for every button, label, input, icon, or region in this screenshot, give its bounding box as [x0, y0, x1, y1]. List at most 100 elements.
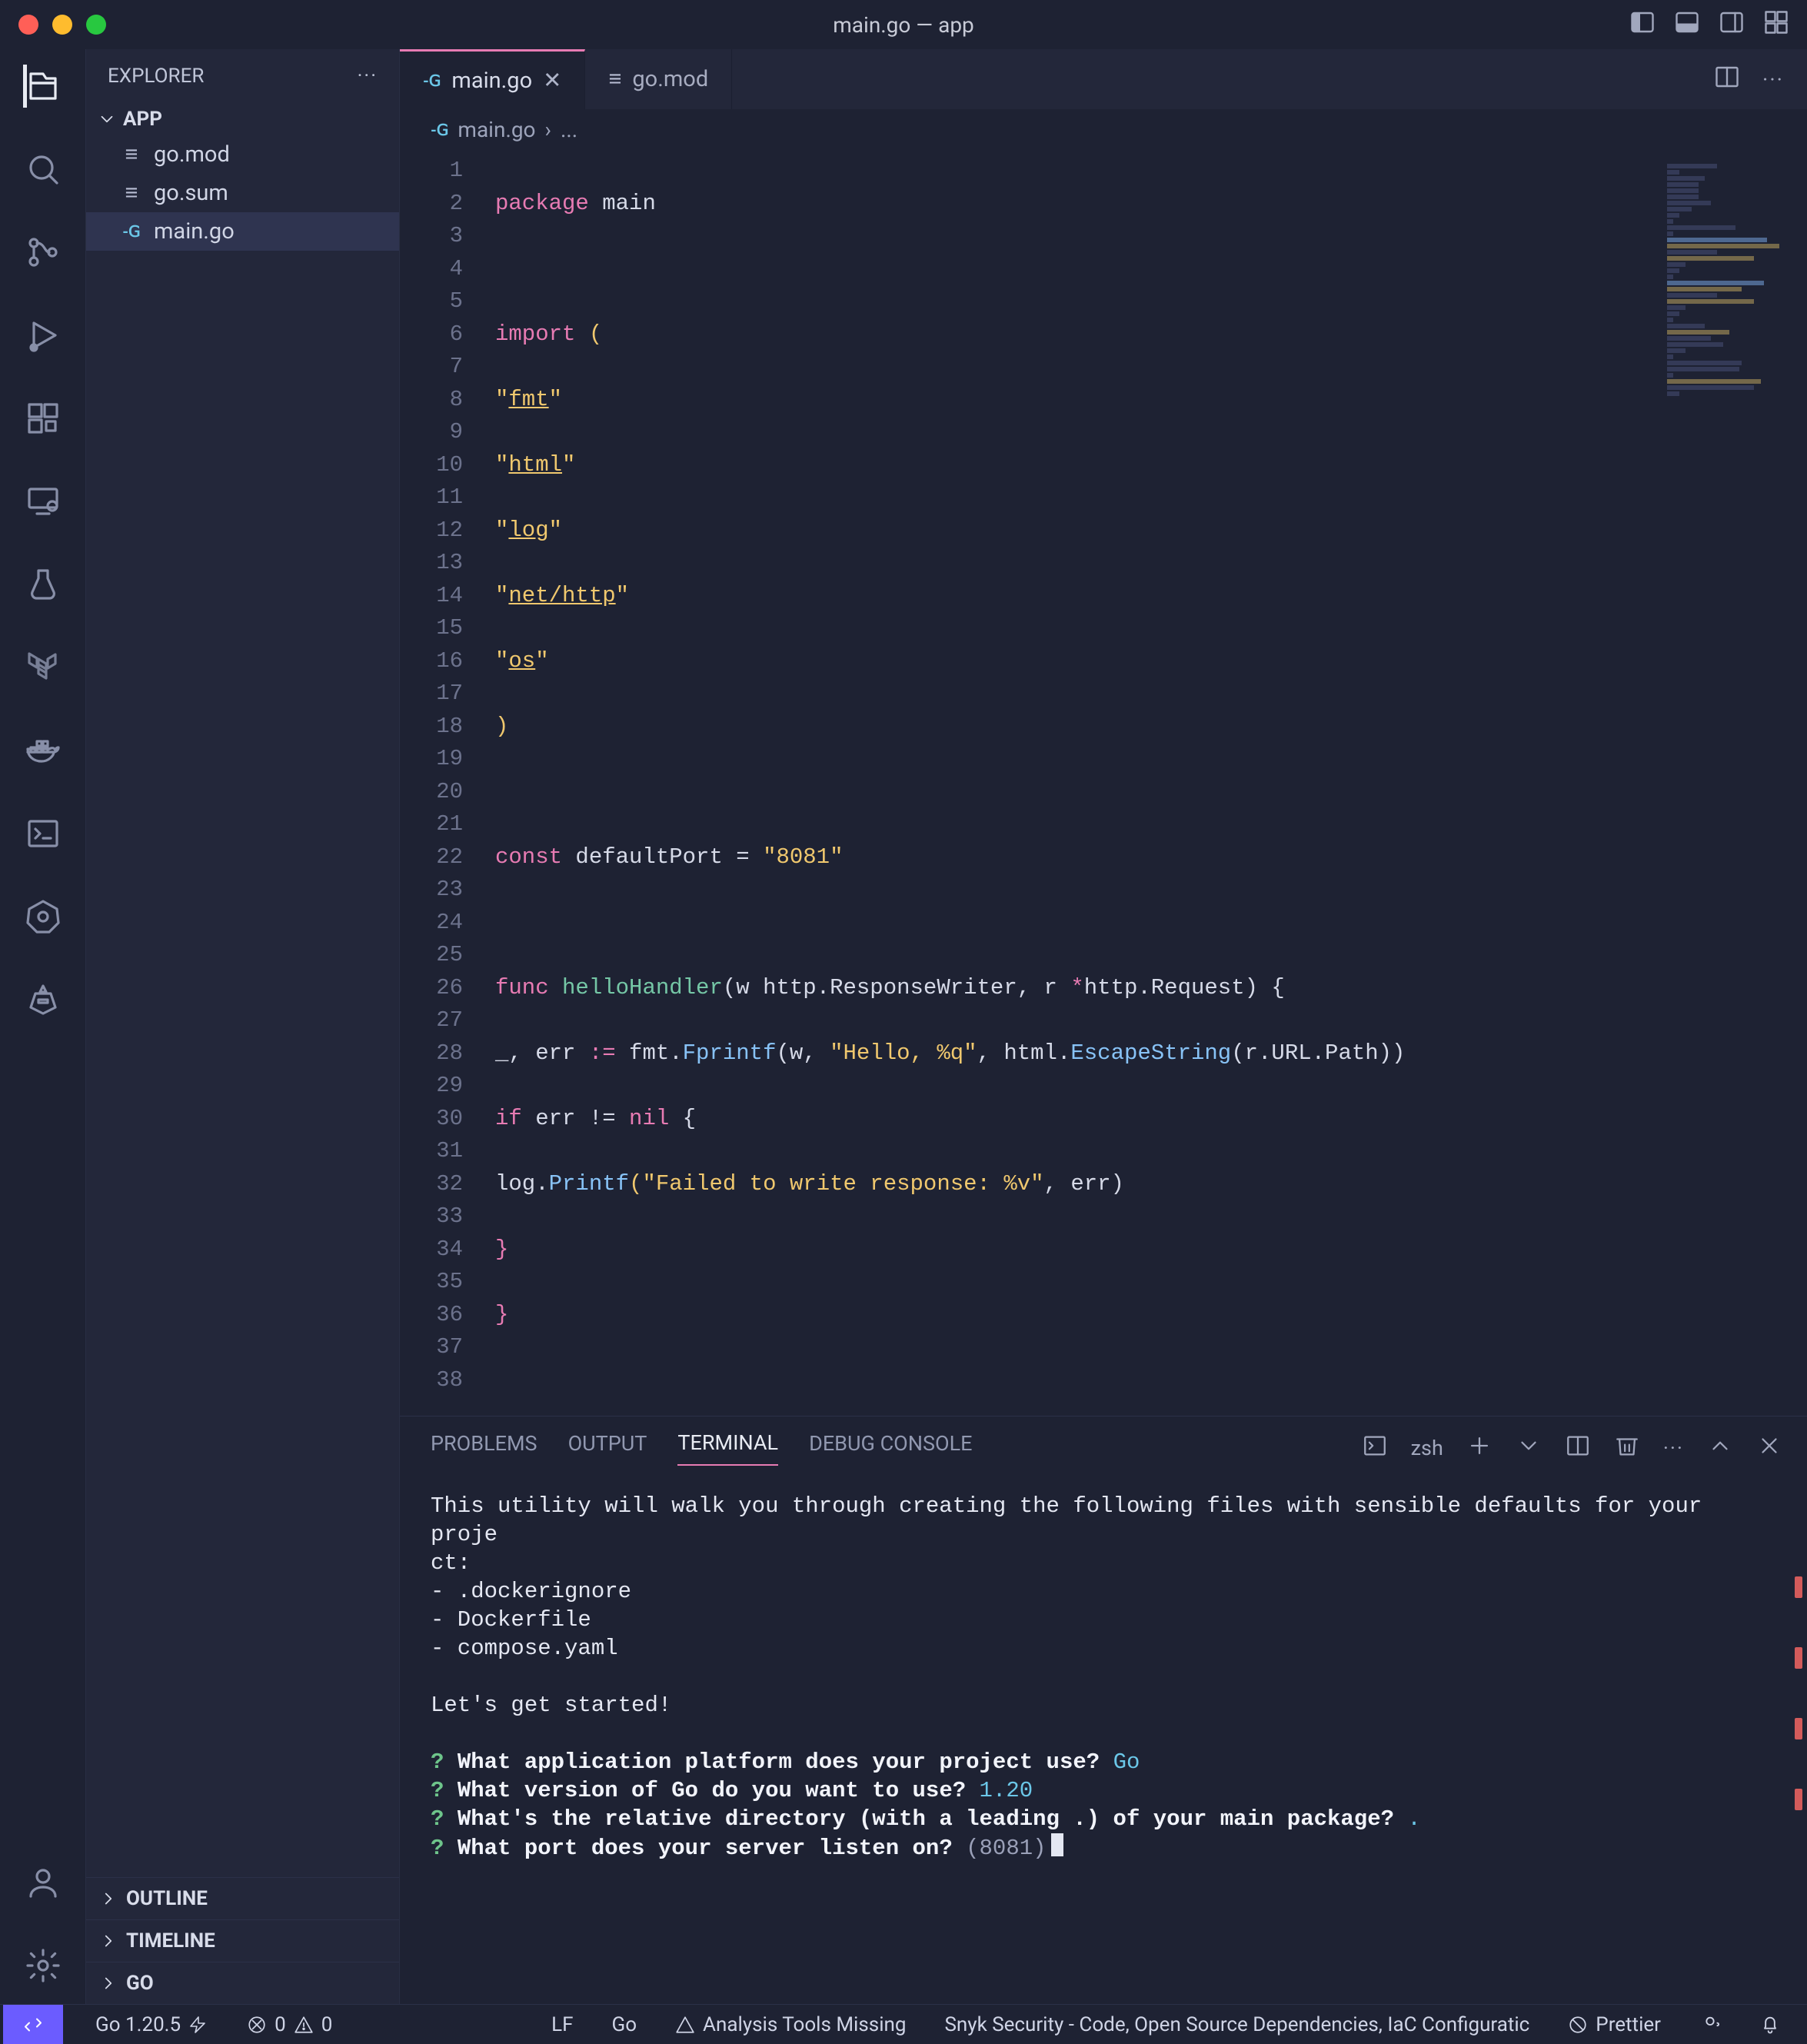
- timeline-label: TIMELINE: [126, 1929, 215, 1952]
- breadcrumb-sep: ›: [545, 117, 551, 142]
- source-control-icon[interactable]: [23, 232, 63, 272]
- status-snyk[interactable]: Snyk Security - Code, Open Source Depend…: [937, 2013, 1537, 2036]
- term-line: This utility will walk you through creat…: [431, 1493, 1702, 1547]
- editor-tabs: -ꓖ main.go ✕ ≡ go.mod ···: [400, 49, 1807, 109]
- window-title: main.go — app: [0, 12, 1807, 38]
- term-answer: 1.20: [980, 1778, 1033, 1803]
- close-tab-icon[interactable]: ✕: [543, 67, 561, 94]
- status-errors-count: 0: [275, 2013, 286, 2036]
- file-gomod[interactable]: ≡ go.mod: [86, 135, 399, 174]
- editor-more-icon[interactable]: ···: [1762, 67, 1784, 92]
- status-text: Analysis Tools Missing: [703, 2013, 906, 2036]
- explorer-title: EXPLORER: [108, 65, 204, 88]
- terminal-shell-name[interactable]: zsh: [1411, 1436, 1443, 1460]
- code-editor[interactable]: 12345678910 11121314151617181920 2122232…: [400, 150, 1807, 1416]
- panel-tab-terminal[interactable]: TERMINAL: [677, 1430, 778, 1466]
- term-question: What version of Go do you want to use?: [458, 1778, 966, 1803]
- term-line: Let's get started!: [431, 1693, 671, 1718]
- term-line: ct:: [431, 1550, 471, 1576]
- terraform-icon[interactable]: [23, 647, 63, 687]
- text-file-icon: ≡: [120, 141, 143, 168]
- status-go-version[interactable]: Go 1.20.5: [88, 2013, 215, 2036]
- file-gosum[interactable]: ≡ go.sum: [86, 174, 399, 212]
- search-view-icon[interactable]: [23, 149, 63, 189]
- outline-label: OUTLINE: [126, 1887, 208, 1910]
- terminal-view-icon[interactable]: [23, 814, 63, 854]
- split-terminal-icon[interactable]: [1565, 1433, 1591, 1464]
- editor-area: -ꓖ main.go ✕ ≡ go.mod ··· -ꓖ main.go › .…: [400, 49, 1807, 2004]
- terminal-cursor: [1051, 1833, 1063, 1856]
- status-text: Go 1.20.5: [95, 2013, 181, 2036]
- go-section[interactable]: GO: [86, 1962, 399, 2004]
- panel-tab-output[interactable]: OUTPUT: [568, 1431, 647, 1465]
- file-label: main.go: [154, 218, 235, 245]
- code-content[interactable]: package main import ( "fmt" "html" "log"…: [486, 155, 1807, 1416]
- panel-tab-debug[interactable]: DEBUG CONSOLE: [809, 1431, 972, 1465]
- settings-gear-icon[interactable]: [23, 1946, 63, 1986]
- folder-name: APP: [123, 108, 162, 131]
- term-hint: (8081): [966, 1836, 1046, 1861]
- accounts-icon[interactable]: [23, 1863, 63, 1903]
- breadcrumbs[interactable]: -ꓖ main.go › ...: [400, 109, 1807, 150]
- go-file-icon: -ꓖ: [431, 121, 448, 139]
- file-label: go.sum: [154, 180, 228, 206]
- file-maingo[interactable]: -ꓖ main.go: [86, 212, 399, 251]
- maximize-panel-icon[interactable]: [1707, 1433, 1733, 1464]
- timeline-section[interactable]: TIMELINE: [86, 1919, 399, 1962]
- tab-label: go.mod: [632, 66, 708, 92]
- terminal-dropdown-icon[interactable]: [1516, 1433, 1542, 1464]
- testing-icon[interactable]: [23, 564, 63, 604]
- tab-maingo[interactable]: -ꓖ main.go ✕: [400, 49, 585, 109]
- terminal-scrollbar-markers: [1795, 1527, 1804, 1859]
- go-file-icon: -ꓖ: [423, 72, 441, 90]
- term-line: - compose.yaml: [431, 1636, 618, 1661]
- breadcrumb-file: main.go: [458, 117, 535, 142]
- term-question: What's the relative directory (with a le…: [458, 1806, 1394, 1832]
- term-line: - .dockerignore: [431, 1579, 631, 1604]
- panel-tab-problems[interactable]: PROBLEMS: [431, 1431, 537, 1465]
- status-feedback-icon[interactable]: [1692, 2014, 1729, 2036]
- run-debug-icon[interactable]: [23, 315, 63, 355]
- close-panel-icon[interactable]: [1756, 1433, 1782, 1464]
- terminal-shell-icon[interactable]: [1362, 1433, 1388, 1464]
- kubernetes-icon[interactable]: [23, 897, 63, 937]
- text-file-icon: ≡: [120, 180, 143, 206]
- status-bar: Go 1.20.5 0 0 LF Go Analysis Tools Missi…: [0, 2004, 1807, 2044]
- file-label: go.mod: [154, 141, 230, 168]
- extensions-icon[interactable]: [23, 398, 63, 438]
- outline-section[interactable]: OUTLINE: [86, 1877, 399, 1919]
- text-file-icon: ≡: [608, 66, 621, 92]
- gitlens-icon[interactable]: [23, 980, 63, 1020]
- remote-indicator-icon[interactable]: [3, 2005, 63, 2044]
- sidebar: EXPLORER ··· APP ≡ go.mod ≡ go.sum -ꓖ ma…: [86, 49, 400, 2004]
- status-eol[interactable]: LF: [544, 2013, 581, 2036]
- status-prettier[interactable]: Prettier: [1560, 2013, 1669, 2036]
- status-analysis[interactable]: Analysis Tools Missing: [667, 2013, 913, 2036]
- new-terminal-icon[interactable]: [1466, 1433, 1493, 1464]
- terminal-content[interactable]: This utility will walk you through creat…: [400, 1466, 1807, 2004]
- term-question: What application platform does your proj…: [458, 1749, 1100, 1775]
- terminal-more-icon[interactable]: ···: [1663, 1436, 1684, 1460]
- remote-explorer-icon[interactable]: [23, 481, 63, 521]
- status-language[interactable]: Go: [604, 2013, 645, 2036]
- go-label: GO: [126, 1972, 154, 1995]
- line-gutter: 12345678910 11121314151617181920 2122232…: [400, 155, 486, 1416]
- status-problems[interactable]: 0 0: [239, 2013, 340, 2036]
- status-warnings-count: 0: [321, 2013, 333, 2036]
- term-question: What port does your server listen on?: [458, 1836, 953, 1861]
- kill-terminal-icon[interactable]: [1614, 1433, 1640, 1464]
- split-editor-icon[interactable]: [1713, 63, 1741, 96]
- title-bar: main.go — app: [0, 0, 1807, 49]
- docker-icon[interactable]: [23, 731, 63, 771]
- status-bell-icon[interactable]: [1752, 2014, 1789, 2036]
- tab-gomod[interactable]: ≡ go.mod: [585, 49, 732, 109]
- explorer-more-icon[interactable]: ···: [358, 65, 378, 88]
- breadcrumb-more: ...: [561, 117, 577, 142]
- tab-label: main.go: [451, 68, 532, 94]
- explorer-view-icon[interactable]: [23, 66, 63, 106]
- sidebar-folder-header[interactable]: APP: [86, 103, 399, 135]
- minimap[interactable]: [1664, 159, 1795, 421]
- go-file-icon: -ꓖ: [120, 222, 143, 241]
- status-text: Prettier: [1596, 2013, 1661, 2036]
- term-answer: Go: [1113, 1749, 1140, 1775]
